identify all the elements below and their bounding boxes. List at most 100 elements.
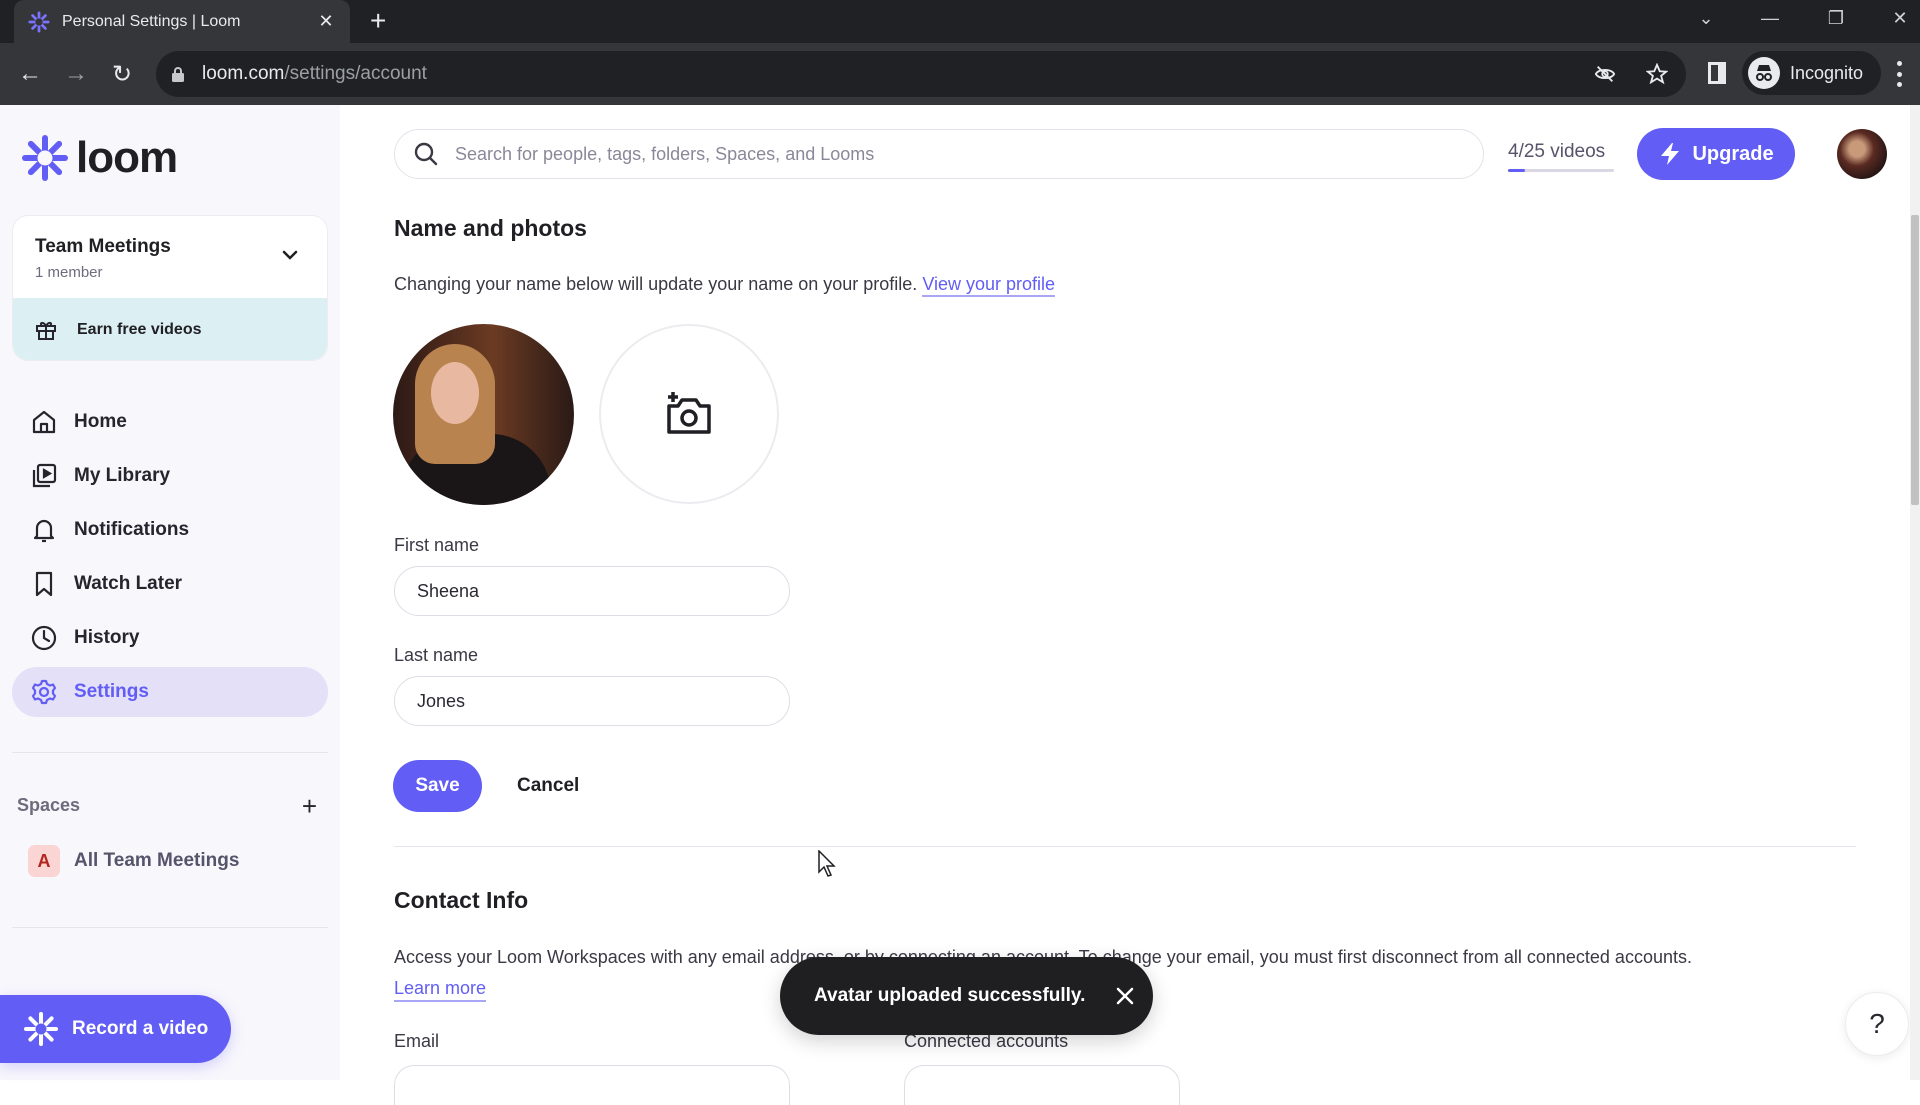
minimize-button[interactable]: — — [1740, 0, 1800, 36]
workspace-name: Team Meetings — [35, 236, 171, 257]
new-tab-button[interactable]: + — [370, 7, 386, 35]
contact-section-title: Contact Info — [394, 887, 529, 913]
email-field[interactable] — [394, 1065, 790, 1105]
address-bar[interactable]: loom.com /settings/account — [156, 51, 1686, 97]
user-avatar[interactable] — [1837, 129, 1887, 179]
sidebar-item-label: Settings — [74, 681, 149, 702]
search-bar[interactable] — [394, 129, 1484, 179]
url-path: /settings/account — [284, 63, 427, 84]
space-badge: A — [28, 845, 60, 877]
restore-button[interactable]: ❐ — [1806, 0, 1866, 36]
view-profile-link[interactable]: View your profile — [922, 274, 1056, 297]
loom-logo-icon — [22, 135, 68, 181]
upgrade-button[interactable]: Upgrade — [1637, 128, 1795, 180]
incognito-icon — [1748, 57, 1780, 89]
name-section-title: Name and photos — [394, 215, 587, 241]
earn-free-videos-link[interactable]: Earn free videos — [13, 298, 327, 360]
workspace-members: 1 member — [35, 264, 103, 281]
sidebar-item-label: My Library — [74, 465, 171, 486]
section-divider — [394, 846, 1856, 847]
sidebar: loom Team Meetings 1 member Earn free vi… — [0, 105, 340, 1080]
sidebar-item-label: Home — [74, 411, 127, 432]
toast-message: Avatar uploaded successfully. — [814, 985, 1086, 1006]
gift-icon — [36, 322, 56, 340]
lock-icon — [172, 66, 184, 82]
space-label: All Team Meetings — [74, 850, 240, 871]
browser-menu-icon[interactable] — [1896, 61, 1902, 87]
page-scrollbar[interactable] — [1910, 105, 1920, 1080]
close-icon[interactable] — [1115, 986, 1135, 1006]
email-label: Email — [394, 1031, 440, 1051]
bookmark-icon — [35, 571, 53, 597]
current-avatar-photo[interactable] — [393, 324, 574, 505]
sidebar-item-label: Watch Later — [74, 573, 183, 594]
clock-icon — [31, 625, 57, 651]
main-content: 4/25 videos Upgrade Name and photos Chan… — [340, 105, 1920, 1105]
incognito-profile-button[interactable]: Incognito — [1742, 51, 1882, 95]
loom-logo[interactable]: loom — [22, 133, 178, 183]
home-icon — [32, 410, 56, 434]
gear-icon — [31, 679, 57, 705]
back-arrow-icon[interactable]: ← — [14, 58, 46, 90]
sidebar-item-watch-later[interactable]: Watch Later — [12, 559, 328, 609]
record-video-button[interactable]: Record a video — [0, 995, 231, 1063]
loom-record-icon — [24, 1012, 58, 1046]
search-icon — [414, 142, 438, 166]
sidebar-item-label: Notifications — [74, 519, 190, 540]
learn-more-link[interactable]: Learn more — [394, 978, 487, 1002]
workspace-switcher[interactable]: Team Meetings 1 member Earn free videos — [12, 215, 328, 361]
sidebar-nav: Home My Library Notifications Watch Late… — [12, 397, 328, 721]
sidebar-item-home[interactable]: Home — [12, 397, 328, 447]
chevron-down-icon[interactable] — [281, 246, 299, 264]
browser-tab[interactable]: Personal Settings | Loom ✕ — [14, 0, 350, 43]
lightning-icon — [1661, 143, 1680, 165]
tab-close-icon[interactable]: ✕ — [316, 11, 336, 32]
bookmark-star-icon[interactable] — [1646, 63, 1668, 85]
sidebar-divider — [12, 927, 328, 928]
search-input[interactable] — [455, 143, 1483, 165]
forward-arrow-icon[interactable]: → — [60, 58, 92, 90]
video-quota[interactable]: 4/25 videos — [1508, 141, 1614, 172]
earn-free-videos-label: Earn free videos — [77, 321, 202, 338]
record-video-label: Record a video — [72, 1018, 209, 1039]
loom-favicon-icon — [28, 10, 50, 33]
save-button[interactable]: Save — [393, 760, 482, 812]
sidebar-item-label: History — [74, 627, 140, 648]
video-quota-bar — [1508, 169, 1614, 172]
last-name-label: Last name — [394, 645, 479, 665]
incognito-label: Incognito — [1790, 62, 1864, 83]
connected-account-item[interactable] — [904, 1065, 1180, 1105]
sidebar-item-history[interactable]: History — [12, 613, 328, 663]
spaces-title: Spaces — [17, 795, 81, 815]
upgrade-label: Upgrade — [1692, 142, 1774, 165]
bell-icon — [33, 519, 55, 543]
name-section-description: Changing your name below will update you… — [394, 274, 1056, 297]
sidebar-item-settings[interactable]: Settings — [12, 667, 328, 717]
first-name-field[interactable] — [394, 566, 790, 616]
eye-off-icon[interactable] — [1594, 63, 1616, 85]
first-name-label: First name — [394, 535, 480, 555]
url-host: loom.com — [202, 63, 285, 84]
sidebar-item-notifications[interactable]: Notifications — [12, 505, 328, 555]
tab-title: Personal Settings | Loom — [62, 12, 241, 30]
sidebar-item-my-library[interactable]: My Library — [12, 451, 328, 501]
help-button[interactable]: ? — [1845, 992, 1909, 1056]
last-name-field[interactable] — [394, 676, 790, 726]
sidebar-divider — [12, 752, 328, 753]
side-panel-icon[interactable] — [1708, 62, 1726, 84]
upload-avatar-button[interactable] — [599, 324, 779, 504]
space-item[interactable]: A All Team Meetings — [28, 845, 239, 877]
video-quota-label: 4/25 videos — [1508, 141, 1606, 162]
add-space-icon[interactable]: + — [302, 793, 317, 819]
spaces-header: Spaces + — [17, 793, 317, 819]
tab-search-chevron-icon[interactable]: ⌄ — [1676, 0, 1736, 36]
logo-text: loom — [76, 133, 178, 182]
name-description-text: Changing your name below will update you… — [394, 274, 918, 294]
mouse-cursor-icon — [818, 850, 836, 877]
add-photo-camera-icon — [667, 392, 711, 434]
scrollbar-thumb[interactable] — [1911, 215, 1919, 505]
browser-toolbar: ← → ↻ loom.com /settings/account Incogni… — [0, 43, 1920, 105]
window-close-button[interactable]: ✕ — [1870, 0, 1920, 36]
cancel-button[interactable]: Cancel — [517, 760, 579, 812]
reload-icon[interactable]: ↻ — [106, 58, 138, 90]
